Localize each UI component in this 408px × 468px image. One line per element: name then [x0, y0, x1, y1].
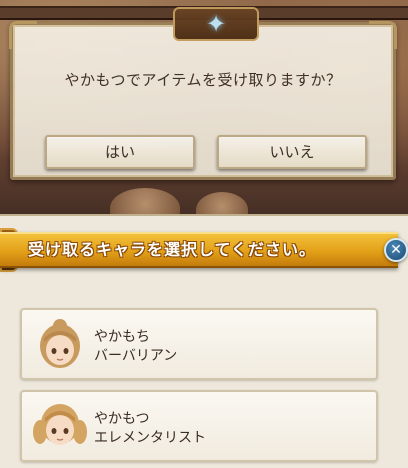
character-card[interactable]: やかもち バーバリアン — [20, 308, 378, 380]
character-class: エレメンタリスト — [94, 430, 206, 446]
close-icon: ✕ — [390, 242, 402, 258]
dialog-crest: ✦ — [173, 7, 259, 41]
confirm-question: やかもつでアイテムを受け取りますか？ — [64, 71, 342, 89]
character-portrait — [33, 404, 87, 445]
panel-title: 受け取るキャラを選択してください。 — [28, 240, 317, 259]
dialog-corner-ornament — [9, 21, 37, 49]
character-class: バーバリアン — [94, 348, 178, 364]
character-portrait — [40, 319, 80, 368]
close-button[interactable]: ✕ — [384, 238, 408, 262]
star-crest-icon: ✦ — [205, 10, 227, 38]
confirm-dialog: ✦ やかもつでアイテムを受け取りますか？ はい いいえ — [9, 7, 397, 180]
yes-button[interactable]: はい — [45, 135, 195, 169]
character-name: やかもち — [94, 329, 150, 345]
character-card[interactable]: やかもつ エレメンタリスト — [20, 390, 378, 462]
no-button[interactable]: いいえ — [217, 135, 367, 169]
panel-title-banner: 受け取るキャラを選択してください。 — [0, 232, 398, 268]
dialog-corner-ornament — [369, 21, 397, 49]
character-name: やかもつ — [94, 411, 150, 427]
